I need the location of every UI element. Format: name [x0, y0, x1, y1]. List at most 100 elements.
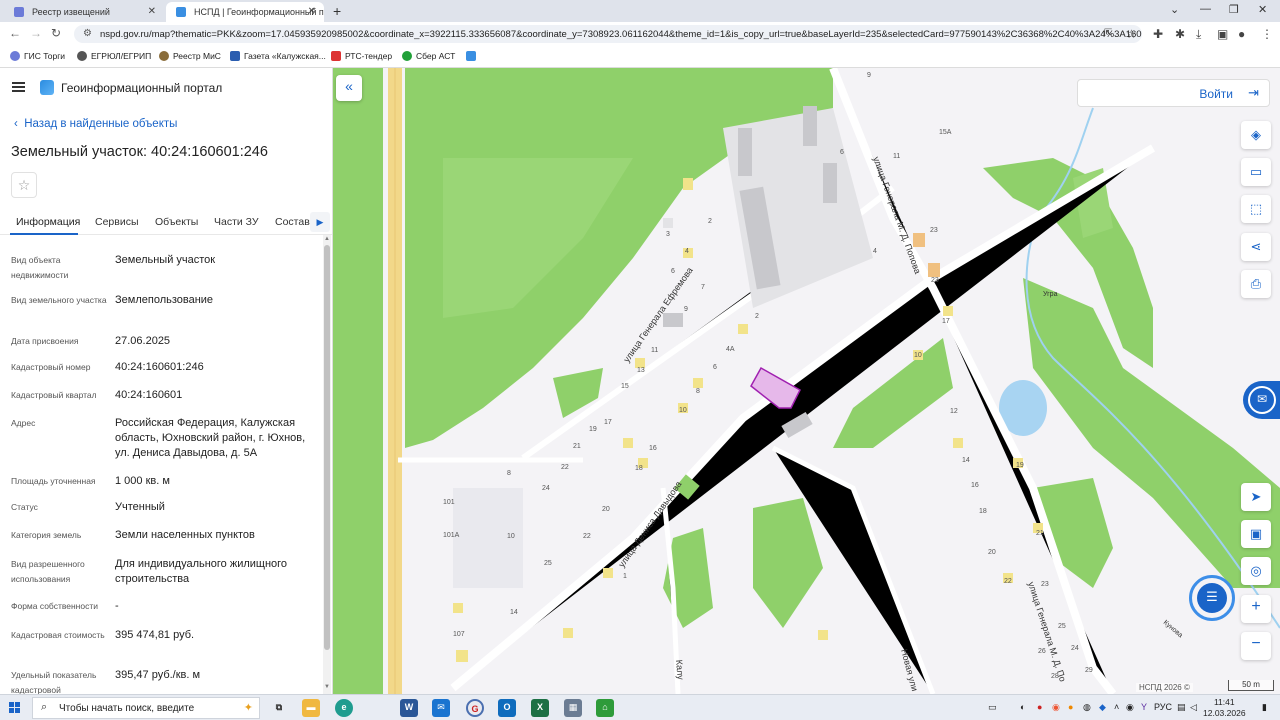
notifications-icon[interactable]: ▮	[1262, 702, 1267, 713]
language-indicator[interactable]: РУС	[1154, 702, 1172, 712]
favorite-star-button[interactable]: ☆	[11, 172, 37, 198]
address-bar[interactable]: ⚙ nspd.gov.ru/map?thematic=PKK&zoom=17.0…	[74, 25, 1142, 43]
restore-icon[interactable]: ❐	[1229, 3, 1239, 16]
tab-search-icon[interactable]: ⌄	[1170, 3, 1179, 16]
open-in-app-icon[interactable]: ⇱	[1104, 28, 1112, 39]
location-search-button[interactable]: ◎	[1241, 557, 1271, 585]
layers-button[interactable]: ◈	[1241, 121, 1271, 149]
site-info-icon[interactable]: ⚙	[83, 28, 92, 39]
sparkle-icon: ✦	[243, 702, 253, 714]
support-chat-tab[interactable]: ✉	[1243, 381, 1280, 419]
zoom-out-button[interactable]: −	[1241, 632, 1271, 660]
new-tab-icon[interactable]: +	[333, 3, 341, 19]
house-number: 6	[713, 364, 717, 371]
house-number: 29	[1085, 667, 1093, 674]
panel-scrollbar[interactable]: ▲ ▼	[323, 235, 331, 694]
zoom-in-button[interactable]: +	[1241, 595, 1271, 623]
bookmark-reestr-mis[interactable]: Реестр МиС	[159, 51, 221, 61]
bookmark-gis-torgi[interactable]: ГИС Торги	[10, 51, 65, 61]
calculator-icon[interactable]: ▦	[564, 699, 582, 717]
yandex-icon[interactable]: Y	[1141, 702, 1147, 712]
word-icon[interactable]: W	[400, 699, 418, 717]
map-canvas[interactable]: улица Генерала Ефремова улица Дениса Дав…	[333, 68, 1280, 694]
house-number: 16	[649, 445, 657, 452]
show-hidden-icons[interactable]: ˄	[1114, 702, 1119, 712]
house-number: 2	[755, 313, 759, 320]
window-close-icon[interactable]: ✕	[1258, 3, 1267, 16]
share-button[interactable]: ⋖	[1241, 233, 1271, 261]
tray-app-icon[interactable]: ▭	[988, 702, 997, 713]
minimize-icon[interactable]: —	[1200, 3, 1211, 15]
tray-antivirus-icon[interactable]: ●	[1037, 702, 1042, 712]
bookmark-gazeta[interactable]: Газета «Калужская...	[230, 51, 326, 61]
download-icon[interactable]: ⤓	[1196, 27, 1201, 42]
extensions-puzzle-icon[interactable]: ✚	[1153, 27, 1163, 41]
back-arrow-icon[interactable]: ←	[9, 26, 21, 40]
collapse-panel-button[interactable]: «	[336, 75, 362, 101]
tray-icon-5[interactable]: ◆	[1099, 702, 1106, 713]
login-button[interactable]: Войти ⇥	[1077, 79, 1270, 107]
house-number: 20	[602, 506, 610, 513]
bookmark-rts-tender[interactable]: РТС-тендер	[331, 51, 392, 61]
volume-icon[interactable]: ◁	[1190, 702, 1197, 713]
browser-tab-registry[interactable]: Реестр извещений ✕	[4, 2, 164, 22]
forward-arrow-icon[interactable]: →	[30, 26, 42, 40]
bookmark-star-icon[interactable]: ☆	[1126, 27, 1137, 41]
tab-objects[interactable]: Объекты	[155, 216, 198, 228]
tray-icon-2[interactable]: ◉	[1052, 702, 1060, 713]
bookmark-sber-ast[interactable]: Сбер АСТ	[402, 51, 455, 61]
select-area-icon: ⬚	[1249, 201, 1263, 216]
scroll-up-icon[interactable]: ▲	[324, 236, 330, 242]
tab-services[interactable]: Сервисы	[95, 216, 139, 228]
task-view-icon[interactable]: ⧉	[270, 699, 288, 717]
property-value: 27.06.2025	[115, 335, 171, 347]
system-clock[interactable]: 11:41 12.03.2026	[1203, 697, 1246, 719]
tab-information[interactable]: Информация	[16, 216, 80, 228]
minimap-button[interactable]: ▣	[1241, 520, 1271, 548]
assistant-chat-button[interactable]: ☰	[1189, 575, 1235, 621]
portal-logo-icon	[40, 80, 54, 95]
tray-icon-3[interactable]: ●	[1068, 702, 1073, 712]
measure-button[interactable]: ▭	[1241, 158, 1271, 186]
tray-icon[interactable]: ◐	[1020, 702, 1025, 712]
tray-icon-4[interactable]: ◍	[1083, 702, 1091, 713]
close-icon[interactable]: ✕	[148, 6, 156, 17]
file-explorer-icon[interactable]: ▬	[302, 699, 320, 717]
house	[623, 438, 633, 448]
excel-icon[interactable]: X	[531, 699, 549, 717]
extension-icon[interactable]: ✱	[1175, 27, 1185, 41]
hamburger-menu-icon[interactable]	[12, 82, 25, 92]
active-tab-indicator	[10, 233, 78, 235]
house-number: 12	[950, 408, 958, 415]
geolocation-button[interactable]: ➤	[1241, 483, 1271, 511]
outlook-icon[interactable]: O	[498, 699, 516, 717]
property-value: 40:24:160601:246	[115, 361, 204, 373]
map-view[interactable]: улица Генерала Ефремова улица Дениса Дав…	[333, 68, 1280, 694]
mail-icon[interactable]: ✉	[432, 699, 450, 717]
sidebar-icon[interactable]: ▣	[1217, 27, 1228, 41]
tray-icon-6[interactable]: ◉	[1126, 702, 1134, 713]
print-button[interactable]: ⎙	[1241, 270, 1271, 298]
close-icon[interactable]: ✕	[308, 6, 316, 17]
edge-browser-icon[interactable]: e	[335, 699, 353, 717]
tab-composition[interactable]: Состав	[275, 216, 310, 228]
network-icon[interactable]: ▤	[1177, 702, 1186, 713]
taskbar-search[interactable]: ⌕ Чтобы начать поиск, введите ✦	[32, 697, 260, 719]
profile-icon[interactable]: ●	[1238, 27, 1245, 41]
select-area-button[interactable]: ⬚	[1241, 195, 1271, 223]
browser-menu-icon[interactable]: ⋮	[1261, 27, 1273, 41]
house-number: 28	[1051, 673, 1059, 680]
scroll-down-icon[interactable]: ▼	[324, 684, 330, 690]
chrome-app-icon[interactable]: G	[466, 699, 484, 717]
tabs-scroll-right-icon[interactable]: ▶	[310, 212, 330, 232]
app-house-icon[interactable]: ⌂	[596, 699, 614, 717]
scrollbar-thumb[interactable]	[324, 245, 330, 650]
browser-tab-nspd[interactable]: НСПД | Геоинформационный п ✕	[166, 2, 324, 22]
tab-parts[interactable]: Части ЗУ	[214, 216, 259, 228]
house-number: 4А	[726, 346, 735, 353]
reload-icon[interactable]: ↻	[51, 26, 61, 40]
bookmark-egrul[interactable]: ЕГРЮЛ/ЕГРИП	[77, 51, 151, 61]
start-button[interactable]	[9, 702, 21, 714]
plus-icon: +	[1251, 598, 1261, 615]
back-to-results-link[interactable]: ‹ Назад в найденные объекты	[14, 118, 177, 130]
